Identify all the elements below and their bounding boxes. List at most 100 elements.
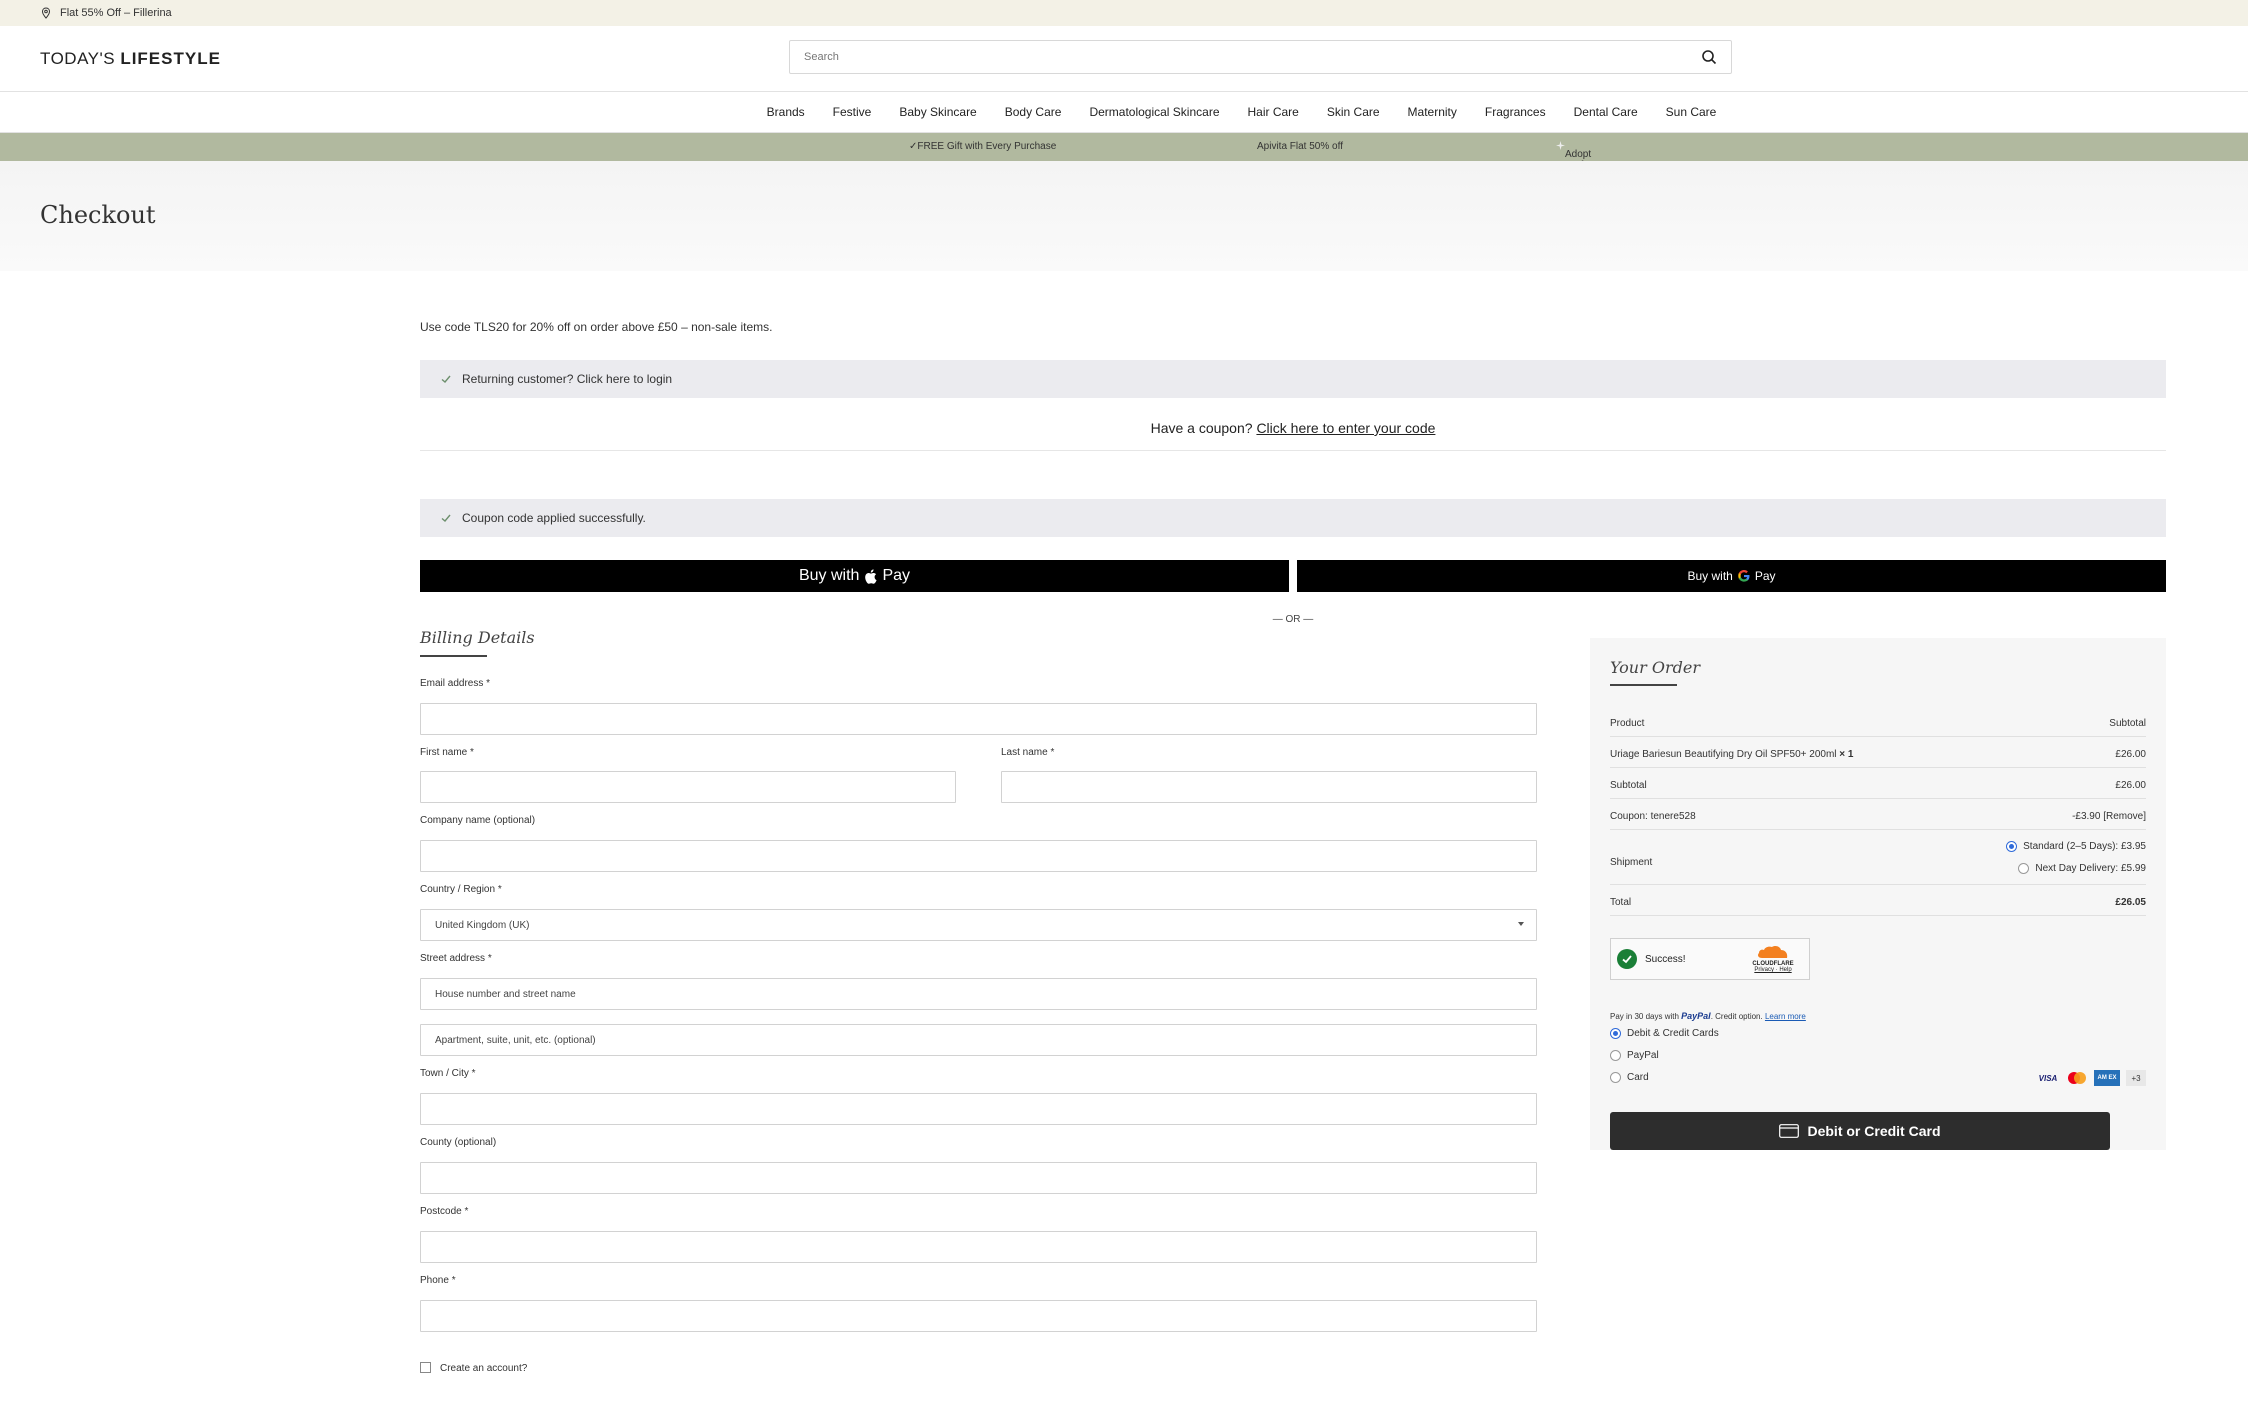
phone-label: Phone * [420,1275,456,1286]
pm-card-radio[interactable] [1610,1072,1621,1083]
billing-details-form: Billing Details Email address * First na… [420,628,1537,1374]
paypal-brand: PayPal [1681,1011,1711,1021]
debit-credit-card-button[interactable]: Debit or Credit Card [1610,1112,2110,1150]
postcode-input[interactable] [435,1241,1522,1253]
postcode-field[interactable] [420,1231,1537,1263]
coupon-prompt: Have a coupon? Click here to enter your … [420,420,2166,436]
email-label: Email address * [420,678,491,689]
county-input[interactable] [435,1172,1522,1184]
nav-item-maternity[interactable]: Maternity [1394,105,1471,119]
site-logo[interactable]: TODAY'S LIFESTYLE [40,49,221,69]
promo-text[interactable]: Flat 55% Off – Fillerina [60,7,172,19]
coupon-label: Coupon: tenere528 [1610,811,1696,822]
promo-bar: Flat 55% Off – Fillerina [0,0,2248,26]
last-name-input[interactable] [1016,781,1522,793]
total-row: Total £26.05 [1610,897,2146,908]
row-divider [1610,736,2146,737]
nav-item-brands[interactable]: Brands [753,105,819,119]
nav-item-hair-care[interactable]: Hair Care [1234,105,1313,119]
apple-logo-icon [865,568,878,584]
pm-debit-label: Debit & Credit Cards [1627,1028,1719,1039]
coupon-row: Coupon: tenere528 -£3.90 [Remove] [1610,811,2146,822]
last-name-field[interactable] [1001,771,1537,803]
create-account-label[interactable]: Create an account? [440,1363,527,1374]
street-address-field[interactable] [420,978,1537,1010]
phone-input[interactable] [435,1310,1522,1322]
company-label: Company name (optional) [420,815,536,826]
last-name-label: Last name * [1001,747,1055,758]
town-input[interactable] [435,1103,1522,1115]
credit-card-icon [1779,1124,1800,1138]
debit-credit-card-label: Debit or Credit Card [1807,1123,1941,1139]
country-select[interactable]: United Kingdom (UK) [420,909,1537,941]
street-address-2-input[interactable] [435,1034,1522,1046]
pm-debit-option[interactable]: Debit & Credit Cards [1610,1028,1719,1039]
ship-next-day-label: Next Day Delivery: £5.99 [2035,863,2146,874]
nav-item-dental-care[interactable]: Dental Care [1560,105,1652,119]
search-input[interactable] [804,51,1701,63]
ship-standard-radio[interactable] [2006,841,2018,852]
nav-item-sun-care[interactable]: Sun Care [1652,105,1731,119]
returning-customer-notice[interactable]: Returning customer? Click here to login [420,360,2166,398]
offer-apivita[interactable]: Apivita Flat 50% off [1257,141,1343,152]
nav-item-skin-care[interactable]: Skin Care [1313,105,1394,119]
item-qty: × 1 [1839,749,1854,760]
ship-next-day-radio[interactable] [2018,863,2030,874]
coupon-link[interactable]: Click here to enter your code [1256,420,1435,436]
nav-item-dermatological-skincare[interactable]: Dermatological Skincare [1075,105,1233,119]
nav-item-baby-skincare[interactable]: Baby Skincare [885,105,990,119]
sparkle-icon [1556,141,1565,150]
first-name-input[interactable] [435,781,941,793]
billing-title: Billing Details [420,628,535,647]
offer-free-gift[interactable]: ✓FREE Gift with Every Purchase [909,141,1056,152]
email-field[interactable] [420,703,1537,735]
county-field[interactable] [420,1162,1537,1194]
cloudflare-turnstile[interactable]: Success! CLOUDFLARE Privacy · Help [1610,938,1810,980]
google-pay-label: Buy with [1687,569,1733,583]
offer-adopt-parfum[interactable]: Adopt Parfum: Flat 50% off [1556,141,1600,193]
create-account-checkbox[interactable] [420,1362,431,1373]
nav-item-festive[interactable]: Festive [819,105,886,119]
company-input[interactable] [435,850,1522,862]
success-check-icon [1617,949,1637,969]
turnstile-status: Success! [1645,953,1686,965]
company-field[interactable] [420,840,1537,872]
cloudflare-links[interactable]: Privacy · Help [1743,967,1803,973]
pm-card-option[interactable]: Card [1610,1072,1649,1083]
nav-item-fragrances[interactable]: Fragrances [1471,105,1560,119]
discount-code-note: Use code TLS20 for 20% off on order abov… [420,320,773,334]
street-address-input[interactable] [435,988,1522,1000]
check-icon [441,514,451,522]
paypal-note-post: . Credit option. [1710,1012,1765,1021]
pm-paypal-label: PayPal [1627,1050,1659,1061]
search-icon[interactable] [1701,49,1717,65]
card-logos: VISA AM EX +3 [2036,1070,2146,1086]
pm-paypal-option[interactable]: PayPal [1610,1050,1659,1061]
logo-bold: LIFESTYLE [120,48,221,68]
phone-field[interactable] [420,1300,1537,1332]
nav-item-body-care[interactable]: Body Care [991,105,1076,119]
learn-more-link[interactable]: Learn more [1765,1012,1806,1021]
first-name-field[interactable] [420,771,956,803]
town-field[interactable] [420,1093,1537,1125]
col-product: Product [1610,718,1645,729]
offer-strip: ✓FREE Gift with Every Purchase Apivita F… [0,133,2248,193]
ship-standard-option[interactable]: Standard (2–5 Days): £3.95 [2006,841,2146,852]
coupon-divider [420,450,2166,451]
returning-customer-text: Returning customer? Click here to login [462,372,673,386]
col-subtotal: Subtotal [2109,718,2146,729]
pm-debit-radio[interactable] [1610,1028,1621,1039]
google-pay-button[interactable]: Buy with Pay [1297,560,2166,592]
apple-pay-label: Buy with [798,567,860,584]
coupon-remove-link[interactable]: -£3.90 [Remove] [2072,811,2146,822]
country-value: United Kingdom (UK) [435,919,530,931]
email-input[interactable] [435,713,1522,725]
pm-paypal-radio[interactable] [1610,1050,1621,1061]
subtotal-row: Subtotal £26.00 [1610,780,2146,791]
street-address-2-field[interactable] [420,1024,1537,1056]
county-label: County (optional) [420,1137,497,1148]
apple-pay-button[interactable]: Buy with Pay [420,560,1289,592]
ship-next-day-option[interactable]: Next Day Delivery: £5.99 [2018,863,2146,874]
caret-down-icon [1518,922,1524,926]
page-title: Checkout [40,201,156,229]
